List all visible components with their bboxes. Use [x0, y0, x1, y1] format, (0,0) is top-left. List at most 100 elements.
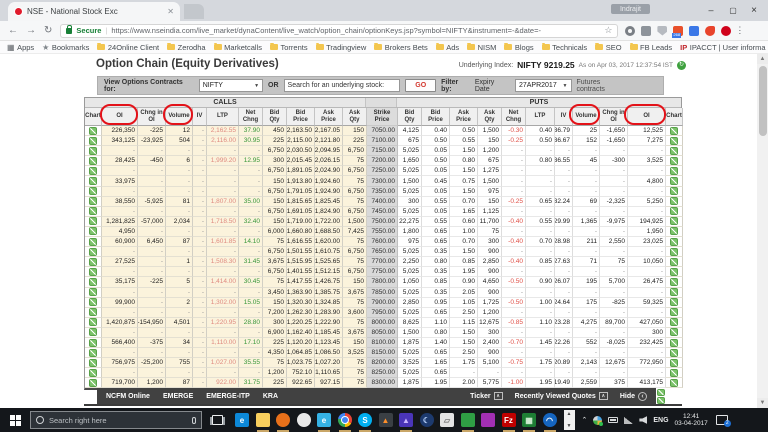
shareit-icon[interactable]: ◠ — [542, 413, 557, 432]
speaker-icon[interactable] — [639, 416, 648, 424]
spreadsheet-app-icon[interactable]: ▦ — [522, 413, 536, 432]
hide-toggle[interactable]: Hide — [620, 391, 647, 401]
put-chart-icon[interactable] — [657, 397, 665, 404]
taskbar-clock[interactable]: 12:41 03-04-2017 — [675, 413, 708, 428]
call-chart-icon[interactable] — [89, 166, 97, 175]
taskbar-search-box[interactable]: Search right here — [30, 411, 202, 429]
call-chart-icon[interactable] — [89, 267, 97, 276]
new-tab-button[interactable] — [184, 4, 204, 19]
app-crescent-icon[interactable]: ☾ — [419, 413, 434, 427]
put-chart-icon[interactable] — [670, 318, 678, 327]
kra-link[interactable]: KRA — [263, 393, 278, 400]
app-triangle-icon[interactable]: ▲ — [399, 413, 413, 432]
call-chart-icon[interactable] — [89, 237, 97, 246]
bookmark-item[interactable]: Bookmarks — [42, 43, 90, 52]
scrollbar-thumb[interactable] — [758, 66, 767, 136]
tab-close-icon[interactable]: ✕ — [167, 7, 174, 16]
adblock-extension-icon[interactable]: 268 — [672, 25, 684, 38]
bookmark-item[interactable]: Blogs — [504, 42, 534, 52]
scroll-up-arrow[interactable]: ▲ — [757, 54, 768, 64]
call-chart-icon[interactable] — [89, 328, 97, 337]
vlc-icon[interactable]: ▲ — [378, 413, 393, 427]
call-chart-icon[interactable] — [89, 378, 97, 387]
bookmark-item[interactable]: 24Online Client — [97, 42, 159, 52]
go-button[interactable]: GO — [405, 79, 437, 92]
futures-contracts-link[interactable]: Futures contracts — [577, 79, 630, 93]
recently-viewed-toggle[interactable]: Recently Viewed Quotes — [515, 392, 608, 400]
bookmark-item[interactable]: Tradingview — [315, 42, 366, 52]
put-chart-icon[interactable] — [670, 126, 678, 135]
expand-up-icon[interactable] — [493, 392, 503, 400]
call-chart-icon[interactable] — [89, 277, 97, 286]
emerge-itp-link[interactable]: EMERGE-ITP — [206, 393, 250, 400]
call-chart-icon[interactable] — [89, 298, 97, 307]
call-chart-icon[interactable] — [89, 247, 97, 256]
put-chart-icon[interactable] — [670, 146, 678, 155]
put-chart-icon[interactable] — [670, 368, 678, 377]
orange-extension-icon[interactable] — [705, 25, 716, 36]
internet-explorer-icon[interactable]: e — [317, 413, 331, 432]
call-chart-icon[interactable] — [89, 146, 97, 155]
bookmark-item[interactable]: SEO — [595, 42, 622, 52]
scroll-up-icon[interactable]: ▲ — [567, 411, 572, 417]
call-chart-icon[interactable] — [89, 348, 97, 357]
bookmark-item[interactable]: Zerodha — [167, 42, 206, 52]
page-scrollbar[interactable]: ▲ ▼ — [757, 54, 768, 408]
put-chart-icon[interactable] — [670, 197, 678, 206]
put-chart-icon[interactable] — [670, 187, 678, 196]
bookmark-star-icon[interactable]: ☆ — [604, 25, 612, 36]
scroll-down-arrow[interactable]: ▼ — [757, 398, 768, 408]
language-indicator[interactable]: ENG — [653, 417, 668, 424]
taskbar-scroll-control[interactable]: ▲ ▼ — [563, 410, 575, 430]
call-chart-icon[interactable] — [89, 308, 97, 317]
forward-icon[interactable]: → — [26, 25, 36, 36]
call-chart-icon[interactable] — [89, 368, 97, 377]
put-chart-icon[interactable] — [670, 237, 678, 246]
network-icon[interactable] — [624, 416, 634, 424]
put-chart-icon[interactable] — [670, 166, 678, 175]
app-light-icon[interactable] — [296, 413, 311, 427]
reload-icon[interactable]: ↻ — [44, 25, 52, 36]
bookmark-item[interactable]: IPACCT | User informa — [680, 43, 766, 52]
put-chart-icon[interactable] — [670, 288, 678, 297]
red-extension-icon[interactable] — [721, 25, 732, 36]
maximize-button[interactable] — [724, 0, 742, 21]
task-view-button[interactable] — [212, 415, 223, 425]
bookmark-item[interactable]: Technicals — [541, 42, 587, 52]
close-button[interactable] — [745, 0, 763, 21]
put-chart-icon[interactable] — [657, 389, 665, 396]
firefox-icon[interactable] — [276, 413, 290, 432]
defender-tray-icon[interactable] — [593, 415, 604, 426]
chrome-menu-icon[interactable]: ⋮ — [735, 25, 744, 36]
put-chart-icon[interactable] — [670, 177, 678, 186]
scroll-down-icon[interactable]: ▼ — [567, 423, 572, 429]
call-chart-icon[interactable] — [89, 338, 97, 347]
symbol-select[interactable]: NIFTY ▼ — [198, 79, 264, 92]
notes-app-icon[interactable]: ▱ — [440, 413, 454, 427]
edge-icon[interactable]: e — [235, 413, 249, 427]
bookmark-item[interactable]: FB Leads — [629, 42, 672, 52]
notification-center-icon[interactable]: 2 — [715, 415, 731, 427]
skype-icon[interactable]: S — [358, 413, 372, 432]
call-chart-icon[interactable] — [89, 177, 97, 186]
call-chart-icon[interactable] — [89, 288, 97, 297]
put-chart-icon[interactable] — [670, 217, 678, 226]
call-chart-icon[interactable] — [89, 217, 97, 226]
put-chart-icon[interactable] — [670, 277, 678, 286]
bookmark-item[interactable]: Marketcalls — [213, 42, 262, 52]
call-chart-icon[interactable] — [89, 136, 97, 145]
put-chart-icon[interactable] — [670, 207, 678, 216]
call-chart-icon[interactable] — [89, 187, 97, 196]
call-chart-icon[interactable] — [89, 358, 97, 367]
put-chart-icon[interactable] — [670, 156, 678, 165]
bookmark-item[interactable]: Apps — [7, 43, 34, 52]
call-chart-icon[interactable] — [89, 197, 97, 206]
start-button[interactable] — [10, 414, 21, 426]
call-chart-icon[interactable] — [89, 227, 97, 236]
put-chart-icon[interactable] — [670, 136, 678, 145]
expand-up-icon[interactable] — [598, 392, 608, 400]
address-bar[interactable]: Secure | https://www.nseindia.com/live_m… — [60, 23, 619, 38]
bluestacks-icon[interactable] — [460, 413, 475, 432]
call-chart-icon[interactable] — [89, 318, 97, 327]
call-chart-icon[interactable] — [89, 207, 97, 216]
